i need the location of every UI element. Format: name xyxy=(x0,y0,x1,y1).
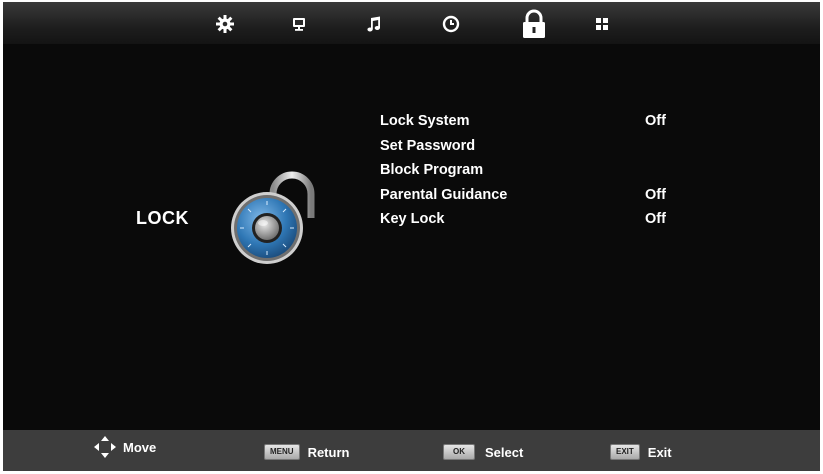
combination-lock-icon xyxy=(227,166,323,270)
tv-menu-screen: LOCK Lock System Off Set Password Block … xyxy=(3,2,820,471)
hint-move-label: Move xyxy=(123,439,157,455)
padlock-icon xyxy=(523,9,545,38)
menu-item-value: Off xyxy=(645,186,666,203)
tab-time[interactable] xyxy=(439,12,463,36)
tab-lock[interactable] xyxy=(519,8,549,40)
menu-item-label: Lock System xyxy=(380,113,470,129)
hint-select-label: Select xyxy=(485,444,524,460)
lock-menu: Lock System Off Set Password Block Progr… xyxy=(380,113,680,236)
menu-item-value: Off xyxy=(645,113,666,129)
hint-return: MENU Return xyxy=(264,444,349,460)
tab-picture[interactable] xyxy=(213,12,237,36)
music-note-icon xyxy=(367,16,380,32)
tab-sound[interactable] xyxy=(362,12,386,36)
menu-item-label: Set Password xyxy=(380,137,476,154)
clock-icon xyxy=(442,15,460,33)
hint-exit-label: Exit xyxy=(647,444,672,460)
menu-item-set-password[interactable]: Set Password xyxy=(380,138,680,163)
menu-item-label: Key Lock xyxy=(380,211,445,227)
menu-item-label: Block Program xyxy=(380,162,484,178)
menu-item-label: Parental Guidance xyxy=(380,186,508,203)
hint-select: OK Select xyxy=(443,444,523,460)
menu-item-block-program[interactable]: Block Program xyxy=(380,162,680,187)
tab-screen[interactable] xyxy=(287,12,311,36)
hint-move: Move xyxy=(93,436,157,458)
menu-item-value: Off xyxy=(645,211,666,227)
gear-icon xyxy=(216,15,234,33)
menu-key-badge: MENU xyxy=(264,444,300,460)
menu-item-parental-guidance[interactable]: Parental Guidance Off xyxy=(380,187,680,212)
tab-setup[interactable] xyxy=(590,12,614,36)
hint-return-label: Return xyxy=(307,444,350,460)
menu-tab-bar xyxy=(3,2,820,44)
menu-item-lock-system[interactable]: Lock System Off xyxy=(380,113,680,138)
monitor-icon xyxy=(293,18,305,31)
dpad-arrows-icon xyxy=(93,435,117,459)
grid-icon xyxy=(596,18,608,30)
ok-key-badge: OK xyxy=(443,444,475,460)
menu-item-key-lock[interactable]: Key Lock Off xyxy=(380,211,680,236)
footer-hint-bar: Move MENU Return OK Select EXIT Exit xyxy=(3,430,820,471)
exit-key-badge: EXIT xyxy=(610,444,640,460)
hint-exit: EXIT Exit xyxy=(610,444,672,460)
section-title: LOCK xyxy=(136,208,189,228)
